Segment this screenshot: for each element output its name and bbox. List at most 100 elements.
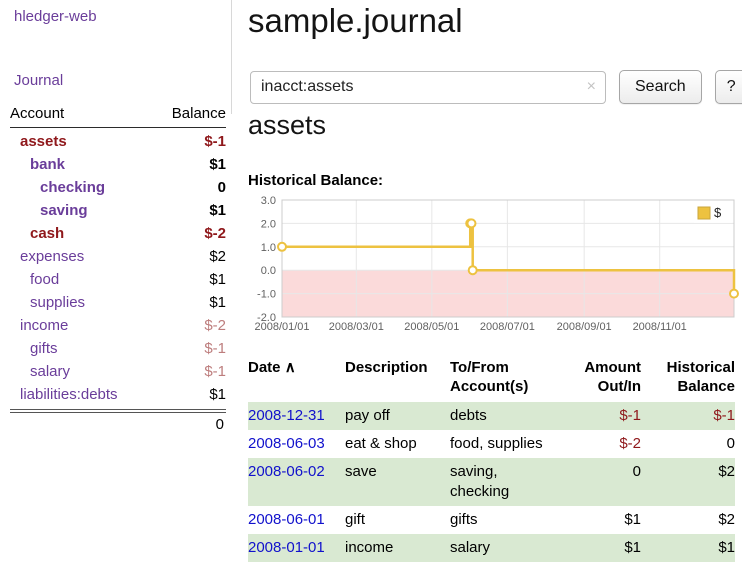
search-form: × Search ?	[250, 70, 742, 104]
accounts-total: 0	[10, 412, 226, 436]
column-header-balance-line1: Historical	[667, 359, 735, 376]
svg-text:0.0: 0.0	[261, 265, 276, 277]
account-row: supplies $1	[10, 291, 226, 314]
account-link[interactable]: checking	[10, 177, 105, 198]
column-header-amount-line2: Out/In	[598, 378, 641, 395]
transaction-date-link[interactable]: 2008-12-31	[248, 407, 325, 424]
transaction-row: 2008-06-03eat & shopfood, supplies$-20	[248, 430, 735, 458]
column-header-amount-line1: Amount	[584, 359, 641, 376]
column-header-date[interactable]: Date ∧	[248, 356, 345, 402]
sort-asc-icon: ∧	[285, 359, 296, 376]
transaction-date-link[interactable]: 2008-06-01	[248, 511, 325, 528]
account-link[interactable]: bank	[10, 154, 65, 175]
account-row: assets$-1	[10, 130, 226, 153]
account-link[interactable]: salary	[10, 361, 70, 382]
clear-search-icon[interactable]: ×	[587, 78, 596, 96]
data-point-marker	[469, 266, 477, 274]
account-link[interactable]: saving	[10, 200, 88, 221]
account-balance: $-1	[204, 338, 226, 359]
accounts-table-header: Account Balance	[10, 102, 226, 128]
help-button[interactable]: ?	[715, 70, 742, 104]
account-row: checking 0	[10, 176, 226, 199]
transaction-description: eat & shop	[345, 430, 450, 458]
account-row: gifts $-1	[10, 337, 226, 360]
account-link[interactable]: liabilities:debts	[10, 384, 118, 405]
transaction-accounts: food, supplies	[450, 430, 555, 458]
account-balance: $-2	[204, 223, 226, 244]
account-row: food$1	[10, 268, 226, 291]
column-header-balance: Historical Balance	[641, 356, 735, 402]
account-balance: $1	[209, 154, 226, 175]
transaction-description: save	[345, 458, 450, 506]
transaction-date-link[interactable]: 2008-06-02	[248, 463, 325, 480]
transaction-description: gift	[345, 506, 450, 534]
account-link[interactable]: assets	[10, 131, 67, 152]
column-header-balance-line2: Balance	[677, 378, 735, 395]
transaction-balance: $1	[641, 534, 735, 562]
svg-text:1.0: 1.0	[261, 242, 276, 254]
account-balance: $2	[209, 246, 226, 267]
account-link[interactable]: expenses	[10, 246, 84, 267]
data-point-marker	[730, 290, 738, 298]
account-row: saving $1	[10, 199, 226, 222]
transaction-row: 2008-06-01 giftgifts$1$2	[248, 506, 735, 534]
svg-text:2008/03/01: 2008/03/01	[329, 321, 384, 333]
account-row: salary $-1	[10, 360, 226, 383]
balance-chart: 3.02.01.00.0-1.0-2.02008/01/012008/03/01…	[248, 196, 740, 343]
transaction-accounts: saving, checking	[450, 458, 555, 506]
accounts-rows: assets$-1bank$1checking0saving$1cash$-2e…	[10, 128, 226, 410]
account-balance: $-1	[204, 361, 226, 382]
transaction-accounts: gifts	[450, 506, 555, 534]
account-balance: $-2	[204, 315, 226, 336]
legend-swatch-icon	[698, 207, 710, 219]
transaction-amount: $1	[555, 506, 641, 534]
chart-title: Historical Balance:	[248, 172, 383, 189]
transaction-balance: $2	[641, 506, 735, 534]
sidebar-item-journal[interactable]: Journal	[14, 72, 63, 89]
svg-text:2008/11/01: 2008/11/01	[633, 321, 687, 333]
transaction-description: pay off	[345, 402, 450, 430]
accounts-header-account: Account	[10, 105, 64, 122]
transaction-row: 2008-06-02 savesaving, checking0$2	[248, 458, 735, 506]
transactions-header-row: Date ∧ Description To/From Account(s) Am…	[248, 356, 735, 402]
account-link[interactable]: food	[10, 269, 59, 290]
account-balance: 0	[218, 177, 226, 198]
svg-text:2008/09/01: 2008/09/01	[557, 321, 612, 333]
account-link[interactable]: supplies	[10, 292, 85, 313]
column-header-accounts-line1: To/From	[450, 359, 509, 376]
accounts-table: Account Balance assets$-1bank$1checking0…	[10, 102, 226, 436]
transaction-row: 2008-01-01incomesalary$1$1	[248, 534, 735, 562]
account-link[interactable]: cash	[10, 223, 64, 244]
svg-text:2.0: 2.0	[261, 218, 276, 230]
account-balance: $1	[209, 200, 226, 221]
app-title-link[interactable]: hledger-web	[14, 8, 97, 25]
transactions-table: Date ∧ Description To/From Account(s) Am…	[248, 356, 735, 562]
account-link[interactable]: income	[10, 315, 68, 336]
svg-text:2008/05/01: 2008/05/01	[404, 321, 459, 333]
search-input[interactable]	[251, 72, 605, 103]
sidebar-divider	[231, 0, 232, 114]
legend-label: $	[714, 205, 722, 220]
search-button[interactable]: Search	[619, 70, 702, 104]
account-row: expenses $2	[10, 245, 226, 268]
transaction-row: 2008-12-31pay offdebts$-1$-1	[248, 402, 735, 430]
transaction-balance: $2	[641, 458, 735, 506]
data-point-marker	[467, 219, 475, 227]
column-header-amount: Amount Out/In	[555, 356, 641, 402]
account-row: bank $1	[10, 153, 226, 176]
column-header-accounts-line2: Account(s)	[450, 378, 528, 395]
svg-text:-1.0: -1.0	[257, 289, 276, 301]
account-link[interactable]: gifts	[10, 338, 58, 359]
transaction-balance: $-1	[641, 402, 735, 430]
transaction-accounts: salary	[450, 534, 555, 562]
account-row: income $-2	[10, 314, 226, 337]
account-balance: $1	[209, 292, 226, 313]
account-row: cash $-2	[10, 222, 226, 245]
transaction-date-link[interactable]: 2008-01-01	[248, 539, 325, 556]
transaction-date-link[interactable]: 2008-06-03	[248, 435, 325, 452]
transaction-accounts: debts	[450, 402, 555, 430]
account-row: liabilities:debts$1	[10, 383, 226, 406]
svg-text:2008/01/01: 2008/01/01	[254, 321, 309, 333]
transaction-amount: 0	[555, 458, 641, 506]
data-point-marker	[278, 243, 286, 251]
